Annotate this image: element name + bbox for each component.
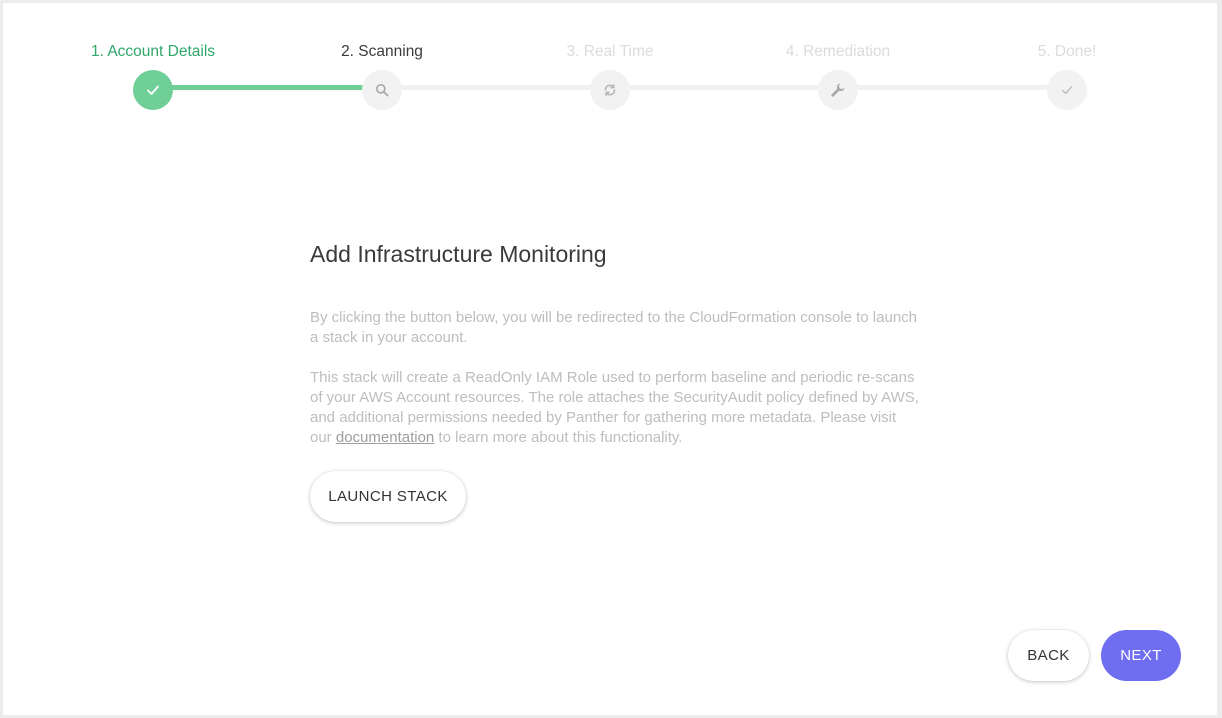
step-circle-real-time (590, 70, 630, 110)
check-icon (147, 85, 159, 95)
details-paragraph: This stack will create a ReadOnly IAM Ro… (310, 368, 920, 448)
check-icon (1061, 86, 1073, 95)
back-button[interactable]: BACK (1008, 630, 1089, 681)
step-label-scanning[interactable]: 2. Scanning (341, 43, 423, 61)
step-circle-remediation (818, 70, 858, 110)
step-content: Add Infrastructure Monitoring By clickin… (310, 241, 920, 448)
step-circle-scanning[interactable] (362, 70, 402, 110)
documentation-link[interactable]: documentation (336, 429, 434, 446)
search-icon (376, 84, 389, 97)
step-label-real-time: 3. Real Time (566, 43, 654, 60)
wizard-card: 1. Account Details 2. Scanning 3. Real T… (3, 3, 1217, 715)
step-label-remediation: 4. Remediation (785, 43, 891, 60)
launch-stack-button[interactable]: LAUNCH STACK (310, 471, 466, 522)
step-label-account-details[interactable]: 1. Account Details (91, 43, 215, 61)
sync-icon (604, 84, 616, 96)
step-circle-account-details[interactable] (133, 70, 173, 110)
wrench-icon (831, 83, 845, 97)
intro-paragraph: By clicking the button below, you will b… (310, 309, 918, 346)
next-button[interactable]: NEXT (1101, 630, 1181, 681)
step-label-done: 5. Done! (1037, 43, 1097, 60)
page-title: Add Infrastructure Monitoring (310, 241, 607, 267)
stepper-track-complete (153, 85, 382, 90)
step-circle-done (1047, 70, 1087, 110)
stepper-track-pending (382, 85, 1067, 90)
details-text-end: to learn more about this functionality. (434, 429, 683, 446)
